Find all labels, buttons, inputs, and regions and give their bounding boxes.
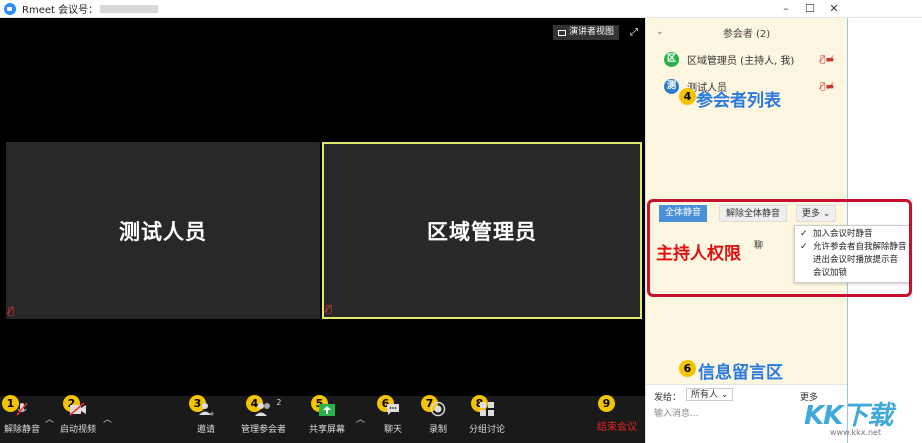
host-permissions-highlight <box>647 199 912 297</box>
muted-status-icon: 🎙̸▬̸ <box>820 81 834 92</box>
avatar: 测 <box>664 79 679 94</box>
participant-count: 2 <box>276 398 282 407</box>
share-screen-label: 共享屏幕 <box>309 425 346 435</box>
breakout-rooms-button[interactable]: 分组讨论 <box>469 400 505 435</box>
audio-options-chevron-icon[interactable]: ︿ <box>45 412 54 425</box>
record-icon <box>428 400 448 418</box>
annotation-participant-list: 参会者列表 <box>696 91 781 111</box>
share-screen-icon <box>317 400 337 418</box>
window-controls: – ☐ ✕ <box>774 0 846 18</box>
muted-mic-icon <box>12 400 32 418</box>
collapse-chevron-icon[interactable]: ⌄ <box>656 27 664 37</box>
close-button[interactable]: ✕ <box>822 0 846 18</box>
watermark: KK下载 www.kkx.net <box>800 395 918 441</box>
video-options-chevron-icon[interactable]: ︿ <box>103 412 112 425</box>
presenter-view-button[interactable]: 演讲者视图 <box>552 25 619 40</box>
title-bar: Rmeet 会议号： – ☐ ✕ <box>0 0 922 18</box>
svg-text:+: + <box>209 410 214 417</box>
recipient-select[interactable]: 所有人 ⌄ <box>686 388 734 401</box>
share-options-chevron-icon[interactable]: ︿ <box>356 412 365 425</box>
share-screen-button[interactable]: 共享屏幕 <box>309 400 345 435</box>
tile-name: 测试人员 <box>119 219 207 244</box>
rmeet-logo-icon <box>4 2 16 15</box>
chat-button[interactable]: 聊天 <box>383 400 403 435</box>
start-video-label: 启动视频 <box>60 425 97 435</box>
annotation-message-area: 信息留言区 <box>698 363 783 383</box>
presenter-view-icon <box>557 29 566 36</box>
chat-label: 聊天 <box>383 425 402 435</box>
unmute-button[interactable]: 解除静音 <box>4 400 40 435</box>
record-button[interactable]: 录制 <box>428 400 448 435</box>
invite-button[interactable]: + 邀请 <box>196 400 216 435</box>
record-label: 录制 <box>428 425 447 435</box>
meeting-toolbar: 1 解除静音 ︿ 2 启动视频 ︿ 3 + 邀请 4 2 管理参会者 5 共享屏… <box>0 395 645 443</box>
annotation-badge: 4 <box>679 88 696 105</box>
maximize-button[interactable]: ☐ <box>798 0 822 18</box>
unmute-label: 解除静音 <box>4 425 41 435</box>
video-area: 演讲者视图 ⤢ 测试人员 🎙̸ 区域管理员 🎙̸ <box>0 18 645 396</box>
muted-mic-icon: 🎙̸ <box>8 306 15 317</box>
meeting-id-masked <box>100 4 159 13</box>
start-video-button[interactable]: 启动视频 <box>60 400 96 435</box>
breakout-grid-icon <box>477 400 497 418</box>
participants-title: 参会者 (2) <box>722 28 771 40</box>
manage-participants-button[interactable]: 2 管理参会者 <box>241 398 287 435</box>
recipient-value: 所有人 <box>691 390 719 400</box>
video-tile-test-user[interactable]: 测试人员 🎙̸ <box>6 142 320 319</box>
video-off-icon <box>68 400 88 418</box>
presenter-view-label: 演讲者视图 <box>568 27 614 37</box>
breakout-rooms-label: 分组讨论 <box>469 425 506 435</box>
participants-icon: 2 <box>254 398 282 418</box>
invite-label: 邀请 <box>196 425 215 435</box>
participant-name: 区域管理员 (主持人, 我) <box>687 56 795 67</box>
send-to-label: 发给： <box>654 393 682 403</box>
annotation-badge: 6 <box>679 360 696 377</box>
muted-status-icon: 🎙̸▬̸ <box>820 54 834 65</box>
add-user-icon: + <box>196 400 216 418</box>
end-meeting-button[interactable]: 结束会议 <box>597 418 637 433</box>
fullscreen-icon[interactable]: ⤢ <box>630 27 638 38</box>
manage-participants-label: 管理参会者 <box>241 425 287 435</box>
chat-bubble-icon <box>383 400 403 418</box>
participant-row[interactable]: 区 区域管理员 (主持人, 我) 🎙̸▬̸ <box>664 52 834 67</box>
tile-name: 区域管理员 <box>427 219 537 244</box>
watermark-url: www.kkx.net <box>830 428 882 437</box>
avatar: 区 <box>664 52 679 67</box>
participants-header: ⌄ 参会者 (2) <box>646 18 847 46</box>
annotation-badge: 9 <box>598 395 615 412</box>
window-title: Rmeet 会议号： <box>22 5 99 16</box>
video-tile-region-admin[interactable]: 区域管理员 🎙̸ <box>322 142 642 319</box>
muted-mic-icon: 🎙̸ <box>326 304 333 315</box>
watermark-logo: KK下载 <box>804 401 893 431</box>
minimize-button[interactable]: – <box>774 0 798 18</box>
